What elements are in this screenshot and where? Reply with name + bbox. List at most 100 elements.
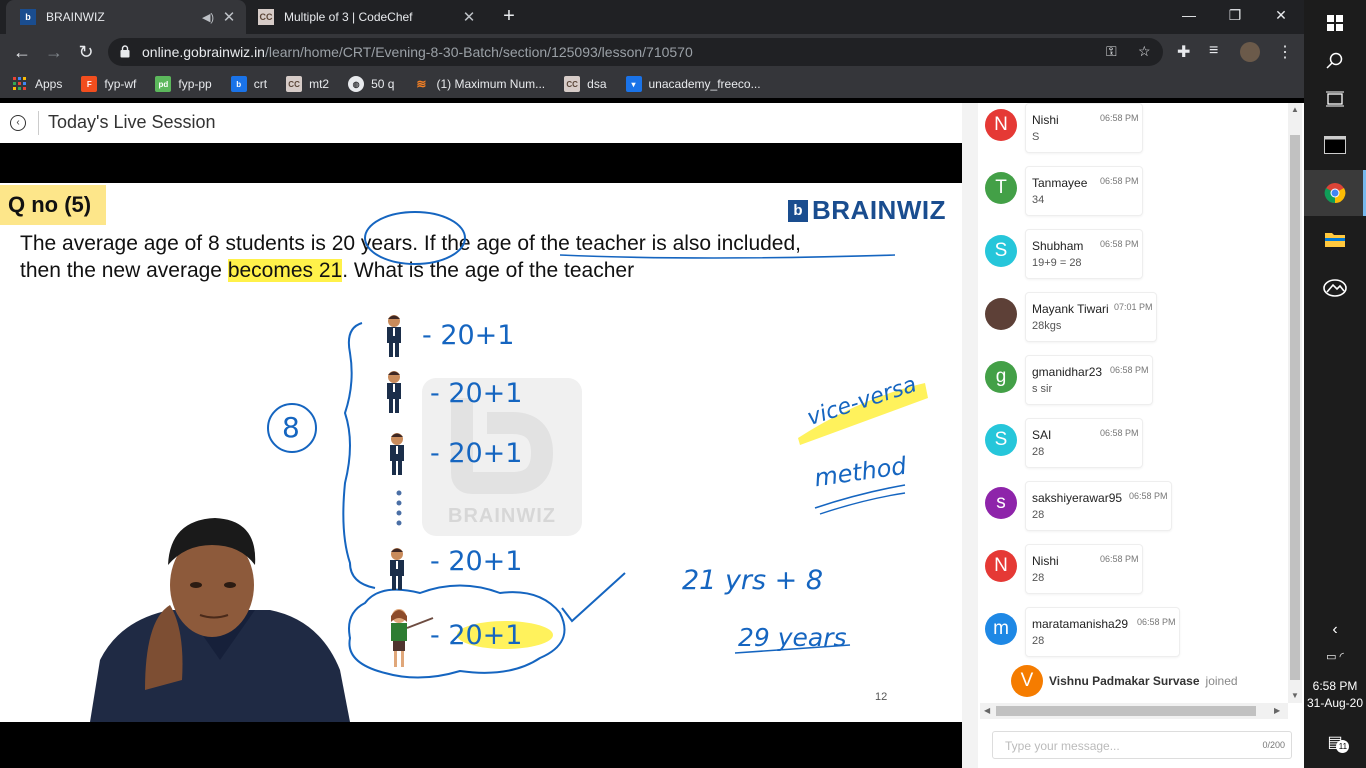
message-bubble: Nishi 06:58 PM 28 <box>1025 544 1143 594</box>
unacademy-icon: ▾ <box>625 76 642 92</box>
chat-message: N Nishi 06:58 PM 28 <box>980 544 1290 613</box>
stackoverflow-icon: ≋ <box>416 77 427 91</box>
chat-message: g gmanidhar23 06:58 PM s sir <box>980 355 1290 424</box>
chat-input-placeholder: Type your message... <box>1005 739 1120 753</box>
avatar: V <box>1011 665 1043 697</box>
bookmark-apps[interactable]: Apps <box>12 76 62 92</box>
bookmark-fyp-pp[interactable]: pd fyp-pp <box>155 76 212 92</box>
handwriting-answer: 29 years <box>738 623 847 652</box>
message-time: 06:58 PM <box>1137 617 1176 627</box>
sender-name: Tanmayee <box>1032 176 1088 190</box>
bookmark-mt2[interactable]: CC mt2 <box>286 76 329 92</box>
back-arrow-icon[interactable]: ← <box>10 40 34 64</box>
back-circle-icon[interactable]: ‹ <box>10 115 26 131</box>
profile-avatar[interactable] <box>1240 42 1260 62</box>
terminal-app-icon[interactable] <box>1304 122 1366 168</box>
avatar: m <box>985 613 1017 645</box>
browser-tab-bar: b BRAINWIZ ◀) ✕ CC Multiple of 3 | CodeC… <box>0 0 1304 34</box>
codechef-icon: CC <box>564 76 581 92</box>
url-text: online.gobrainwiz.in/learn/home/CRT/Even… <box>142 44 693 60</box>
sender-name: Shubham <box>1032 239 1084 253</box>
minimize-button[interactable]: — <box>1166 0 1212 30</box>
chat-message: Mayank Tiwari 07:01 PM 28kgs <box>980 292 1290 361</box>
slide-number: 12 <box>875 691 888 703</box>
avatar: N <box>985 109 1017 141</box>
presenter-video <box>90 518 350 722</box>
bookmark-50q[interactable]: ◍ 50 q <box>348 76 394 92</box>
chrome-app-icon[interactable] <box>1304 170 1366 216</box>
chat-message: T Tanmayee 06:58 PM 34 <box>980 166 1290 235</box>
address-bar[interactable]: online.gobrainwiz.in/learn/home/CRT/Even… <box>108 38 1163 66</box>
sender-name: Nishi <box>1032 554 1059 568</box>
notification-center-icon[interactable]: ▤ 11 <box>1304 720 1366 764</box>
tab-brainwiz[interactable]: b BRAINWIZ ◀) ✕ <box>6 0 246 34</box>
scroll-up-icon[interactable]: ▲ <box>1291 105 1299 114</box>
scroll-left-icon[interactable]: ◀ <box>984 706 990 715</box>
message-time: 07:01 PM <box>1114 302 1153 312</box>
notification-count: 11 <box>1336 740 1350 753</box>
chat-divider <box>962 103 978 768</box>
system-clock[interactable]: 6:58 PM 31-Aug-20 <box>1304 678 1366 712</box>
bookmark-label: fyp-wf <box>104 77 137 91</box>
chat-message: N Nishi 06:58 PM S <box>980 103 1290 172</box>
tab-codechef[interactable]: CC Multiple of 3 | CodeChef ✕ <box>244 0 486 34</box>
star-icon[interactable]: ☆ <box>1138 43 1151 60</box>
task-view-icon[interactable] <box>1304 76 1366 122</box>
handwriting-vice-versa: vice-versa <box>804 372 920 431</box>
scrollbar-thumb[interactable] <box>1290 135 1300 680</box>
handwriting-method: method <box>812 451 909 493</box>
avatar: g <box>985 361 1017 393</box>
char-counter: 0/200 <box>1262 740 1285 750</box>
bookmark-fyp-wf[interactable]: F fyp-wf <box>81 76 136 92</box>
windows-taskbar: ‹ ▭ ◜ 6:58 PM 31-Aug-20 ▤ 11 <box>1304 0 1366 768</box>
close-window-button[interactable]: ✕ <box>1258 0 1304 30</box>
menu-dots-icon[interactable]: ⋮ <box>1277 42 1293 62</box>
photos-app-icon[interactable] <box>1304 264 1366 310</box>
bookmark-label: (1) Maximum Num... <box>436 77 546 91</box>
sender-name: Nishi <box>1032 113 1059 127</box>
speaker-icon[interactable]: ◀) <box>200 11 216 24</box>
restore-button[interactable]: ❐ <box>1212 0 1258 30</box>
bookmark-dsa[interactable]: CC dsa <box>564 76 607 92</box>
new-tab-button[interactable]: + <box>498 6 520 28</box>
join-notification: V Vishnu Padmakar Survase joined <box>1011 665 1238 697</box>
forward-arrow-icon[interactable]: → <box>42 40 66 64</box>
chat-vertical-scrollbar[interactable]: ▲ ▼ <box>1288 103 1302 703</box>
avatar: T <box>985 172 1017 204</box>
handwriting-teacher-row: - 20+1 <box>430 620 523 651</box>
message-bubble: maratamanisha29 06:58 PM 28 <box>1025 607 1180 657</box>
message-bubble: sakshiyerawar95 06:58 PM 28 <box>1025 481 1172 531</box>
chat-message-input[interactable]: Type your message... 0/200 <box>992 731 1292 759</box>
bookmark-label: 50 q <box>371 77 395 91</box>
bookmark-unacademy[interactable]: ▾ unacademy_freeco... <box>625 76 761 92</box>
chat-horizontal-scrollbar[interactable]: ◀ ▶ <box>980 703 1288 719</box>
lock-icon <box>120 45 130 58</box>
bookmark-maximum-num[interactable]: ≋ (1) Maximum Num... <box>413 76 545 92</box>
chat-messages[interactable]: N Nishi 06:58 PM S T Tanmayee 06:58 PM 34 S Shubh… <box>980 103 1290 703</box>
file-explorer-icon[interactable] <box>1304 216 1366 262</box>
scroll-down-icon[interactable]: ▼ <box>1291 691 1299 700</box>
handwriting-row: - 20+1 <box>430 378 523 409</box>
bookmark-label: unacademy_freeco... <box>648 77 761 91</box>
reload-icon[interactable]: ↻ <box>74 40 98 64</box>
message-text: 28 <box>1032 446 1045 458</box>
extensions-icon[interactable]: ✚ <box>1177 42 1190 62</box>
battery-wifi-icon[interactable]: ▭ ◜ <box>1304 634 1366 678</box>
message-text: 28 <box>1032 635 1045 647</box>
key-icon[interactable]: ⚿ <box>1106 43 1117 60</box>
url-path: /learn/home/CRT/Evening-8-30-Batch/secti… <box>264 44 693 60</box>
avatar: s <box>985 487 1017 519</box>
bookmark-label: fyp-pp <box>178 77 212 91</box>
clock-date: 31-Aug-20 <box>1306 696 1364 710</box>
media-controls-icon[interactable]: ≡ <box>1209 42 1218 60</box>
scroll-right-icon[interactable]: ▶ <box>1274 706 1280 715</box>
message-time: 06:58 PM <box>1100 239 1139 249</box>
close-tab-icon[interactable]: ✕ <box>220 8 238 26</box>
bookmark-crt[interactable]: b crt <box>230 76 267 92</box>
apps-grid-icon <box>12 76 28 92</box>
page-header: ‹ Today's Live Session <box>0 103 962 143</box>
scrollbar-thumb[interactable] <box>996 706 1256 716</box>
close-tab-icon[interactable]: ✕ <box>460 8 478 26</box>
globe-icon: ◍ <box>348 76 365 92</box>
message-text: 28kgs <box>1032 320 1062 332</box>
